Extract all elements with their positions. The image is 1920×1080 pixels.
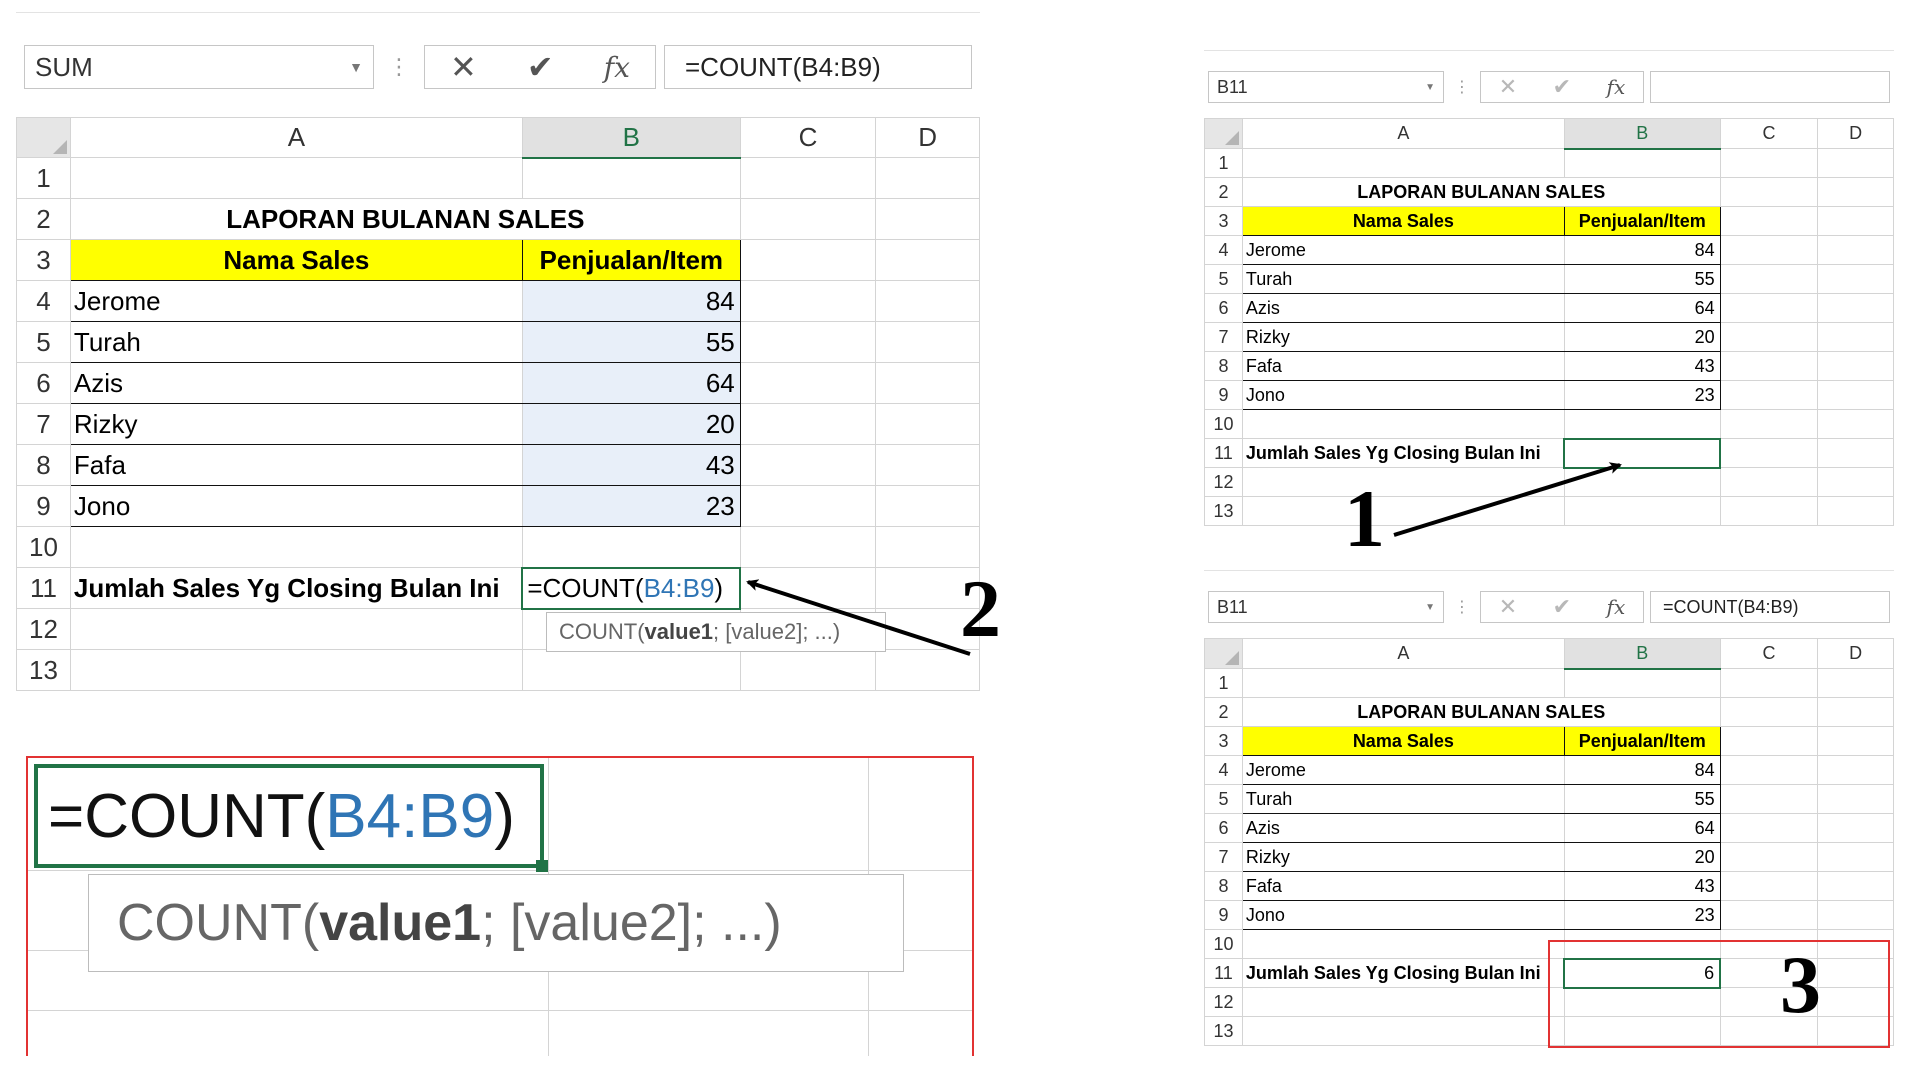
arrow-step-1	[1393, 462, 1622, 537]
annotation-arrows	[746, 462, 1622, 656]
arrow-step-2	[746, 579, 971, 656]
